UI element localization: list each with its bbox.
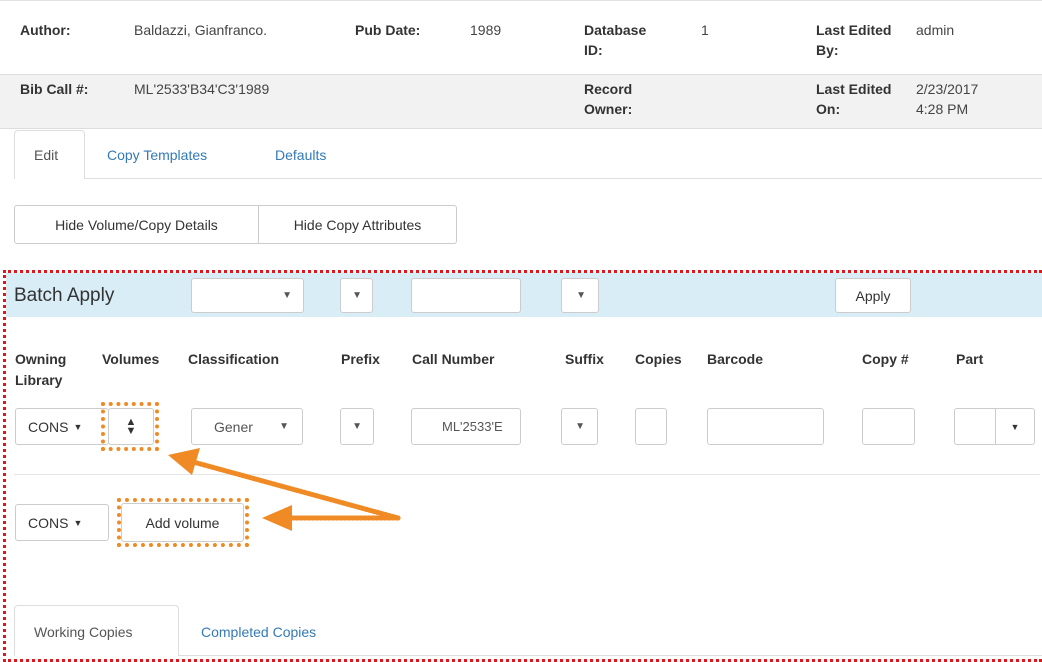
annotation-red-frame <box>3 270 1042 662</box>
